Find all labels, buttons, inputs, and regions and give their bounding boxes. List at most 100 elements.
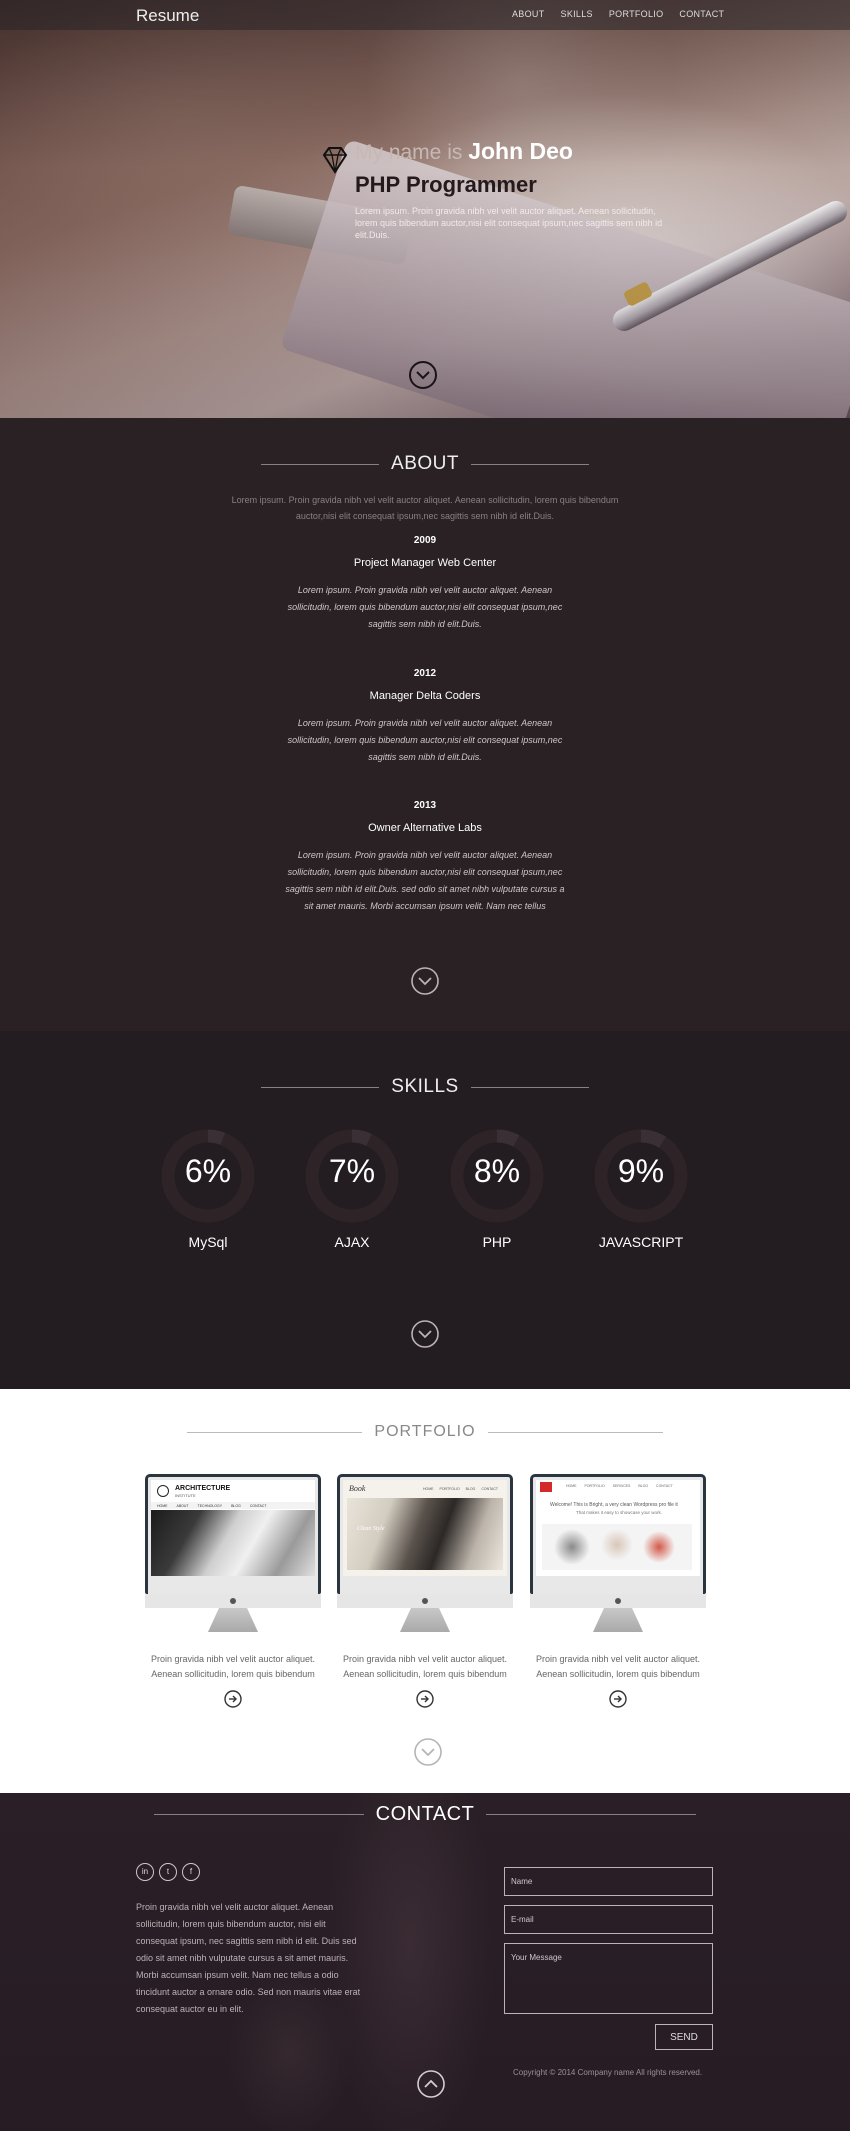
divider — [187, 1431, 363, 1433]
skill-gauge: 7% AJAX — [302, 1128, 402, 1250]
portfolio-item[interactable]: HOME PORTFOLIO SERVICES BLOG CONTACT Wel… — [530, 1474, 706, 1708]
screen-nav: HOME ABOUT TECHNOLOGY BLOG CONTACT — [151, 1502, 315, 1509]
nav-item-about[interactable]: ABOUT — [512, 9, 545, 19]
brand-logo[interactable]: Resume — [136, 6, 199, 26]
portfolio-item[interactable]: ARCHITECTURE INSTITUTE HOME ABOUT TECHNO… — [145, 1474, 321, 1708]
nav-menu: ABOUT SKILLS PORTFOLIO CONTACT — [512, 9, 740, 19]
screen-subtitle: That makes it easy to showcase your work… — [576, 1510, 663, 1515]
send-button[interactable]: SEND — [655, 2024, 713, 2050]
skills-title: SKILLS — [391, 1076, 459, 1097]
job-year: 2012 — [413, 668, 437, 679]
diamond-icon — [322, 147, 348, 174]
job-title: Manager Delta Coders — [369, 690, 481, 702]
timeline-item: 2009 Project Manager Web Center Lorem ip… — [280, 535, 570, 633]
hero-section: My name is John Deo PHP Programmer Lorem… — [0, 0, 850, 418]
screen-nav-item: PORTFOLIO — [439, 1487, 460, 1491]
contact-title: CONTACT — [375, 1803, 475, 1825]
linkedin-icon[interactable]: in — [136, 1863, 154, 1881]
hero-greeting-prefix: My name is — [355, 141, 469, 164]
timeline-item: 2012 Manager Delta Coders Lorem ipsum. P… — [280, 668, 570, 766]
arrow-right-circle-icon[interactable] — [416, 1690, 434, 1708]
divider — [261, 1086, 380, 1088]
portfolio-item[interactable]: Book HOME PORTFOLIO BLOG CONTACT Clean S… — [337, 1474, 513, 1708]
screen-nav-item: HOME — [423, 1487, 434, 1491]
monitor-stand — [593, 1608, 643, 1632]
screen-nav-item: BLOG — [465, 1487, 476, 1491]
skill-gauge: 6% MySql — [158, 1128, 258, 1250]
skills-heading: SKILLS — [0, 1076, 850, 1098]
arrow-right-circle-icon[interactable] — [224, 1690, 242, 1708]
screen-nav-item: CONTACT — [249, 1503, 267, 1508]
portfolio-caption-line: Aenean sollicitudin, lorem quis bibendum — [343, 1669, 507, 1679]
scroll-down-icon[interactable] — [413, 1737, 443, 1767]
scroll-down-icon[interactable] — [410, 966, 440, 996]
screen-nav-item: BLOG — [231, 1503, 241, 1508]
screen-nav-item: TECHNOLOGY — [197, 1503, 223, 1508]
scroll-down-icon[interactable] — [410, 1319, 440, 1349]
screen-hero-image — [151, 1510, 315, 1576]
monitor-mockup: ARCHITECTURE INSTITUTE HOME ABOUT TECHNO… — [145, 1474, 321, 1608]
hero-role: PHP Programmer — [355, 172, 537, 197]
name-field[interactable] — [504, 1867, 713, 1896]
hero-description: Lorem ipsum. Proin gravida nibh vel veli… — [355, 206, 663, 240]
scroll-down-icon[interactable] — [408, 360, 438, 390]
skill-name: AJAX — [334, 1234, 370, 1250]
nav-item-contact[interactable]: CONTACT — [679, 9, 724, 19]
monitor-stand — [400, 1608, 450, 1632]
skill-percent: 9% — [617, 1153, 665, 1189]
about-title: ABOUT — [391, 453, 459, 474]
divider — [153, 1814, 364, 1815]
nav-item-portfolio[interactable]: PORTFOLIO — [609, 9, 664, 19]
monitor-chin — [337, 1594, 513, 1608]
skill-gauge: 9% JAVASCRIPT — [591, 1128, 691, 1250]
divider — [486, 1814, 697, 1815]
monitor-chin — [145, 1594, 321, 1608]
about-section: ABOUT Lorem ipsum. Proin gravida nibh ve… — [0, 418, 850, 1031]
screen-nav-item: SERVICES — [612, 1484, 631, 1488]
scroll-up-icon[interactable] — [416, 2069, 446, 2099]
screen-nav: HOME PORTFOLIO BLOG CONTACT — [423, 1487, 498, 1491]
copyright-text: Copyright © 2014 Company name All rights… — [513, 2068, 703, 2077]
social-links: in t f — [136, 1863, 205, 1881]
screen-nav-item: HOME — [566, 1484, 577, 1488]
contact-heading: CONTACT — [0, 1803, 850, 1826]
facebook-icon[interactable]: f — [182, 1863, 200, 1881]
skill-name: PHP — [482, 1234, 512, 1250]
arrow-right-circle-icon[interactable] — [609, 1690, 627, 1708]
screenshot-bright: HOME PORTFOLIO SERVICES BLOG CONTACT Wel… — [536, 1480, 700, 1576]
screenshot-book: Book HOME PORTFOLIO BLOG CONTACT Clean S… — [343, 1480, 507, 1576]
portfolio-caption: Proin gravida nibh vel velit auctor aliq… — [337, 1652, 513, 1682]
screen-title: ARCHITECTURE — [175, 1485, 231, 1492]
portfolio-caption-line: Proin gravida nibh vel velit auctor aliq… — [150, 1654, 316, 1664]
screen-title: Book — [349, 1484, 366, 1493]
email-field[interactable] — [504, 1905, 713, 1934]
twitter-icon[interactable]: t — [159, 1863, 177, 1881]
job-description: Lorem ipsum. Proin gravida nibh vel veli… — [287, 718, 563, 762]
screen-nav-item: BLOG — [638, 1484, 649, 1488]
screen-nav: HOME PORTFOLIO SERVICES BLOG CONTACT — [566, 1484, 673, 1488]
screen-subtitle: Clean Style — [357, 1526, 385, 1532]
job-title: Owner Alternative Labs — [368, 822, 482, 834]
job-description: Lorem ipsum. Proin gravida nibh vel veli… — [285, 850, 565, 911]
skill-name: MySql — [188, 1234, 228, 1250]
logo-icon — [157, 1485, 169, 1497]
message-field[interactable] — [504, 1943, 713, 2014]
logo-icon — [540, 1482, 552, 1492]
job-description: Lorem ipsum. Proin gravida nibh vel veli… — [287, 585, 563, 629]
skill-gauge: 8% PHP — [447, 1128, 547, 1250]
monitor-stand — [208, 1608, 258, 1632]
screen-gallery — [542, 1524, 692, 1570]
portfolio-heading: PORTFOLIO — [0, 1423, 850, 1441]
monitor-mockup: HOME PORTFOLIO SERVICES BLOG CONTACT Wel… — [530, 1474, 706, 1608]
screen-nav-item: HOME — [157, 1503, 168, 1508]
portfolio-caption-line: Aenean sollicitudin, lorem quis bibendum — [151, 1669, 315, 1679]
portfolio-caption-line: Proin gravida nibh vel velit auctor aliq… — [342, 1654, 508, 1664]
nav-item-skills[interactable]: SKILLS — [561, 9, 593, 19]
portfolio-title: PORTFOLIO — [374, 1423, 476, 1440]
portfolio-caption: Proin gravida nibh vel velit auctor aliq… — [145, 1652, 321, 1682]
skills-section: SKILLS 6% MySql 7% AJAX 8% PHP 9% JAVASC… — [0, 1031, 850, 1389]
screen-nav-item: ABOUT — [176, 1503, 189, 1508]
portfolio-caption-line: Proin gravida nibh vel velit auctor aliq… — [535, 1654, 701, 1664]
monitor-chin — [530, 1594, 706, 1608]
divider — [470, 1086, 589, 1088]
